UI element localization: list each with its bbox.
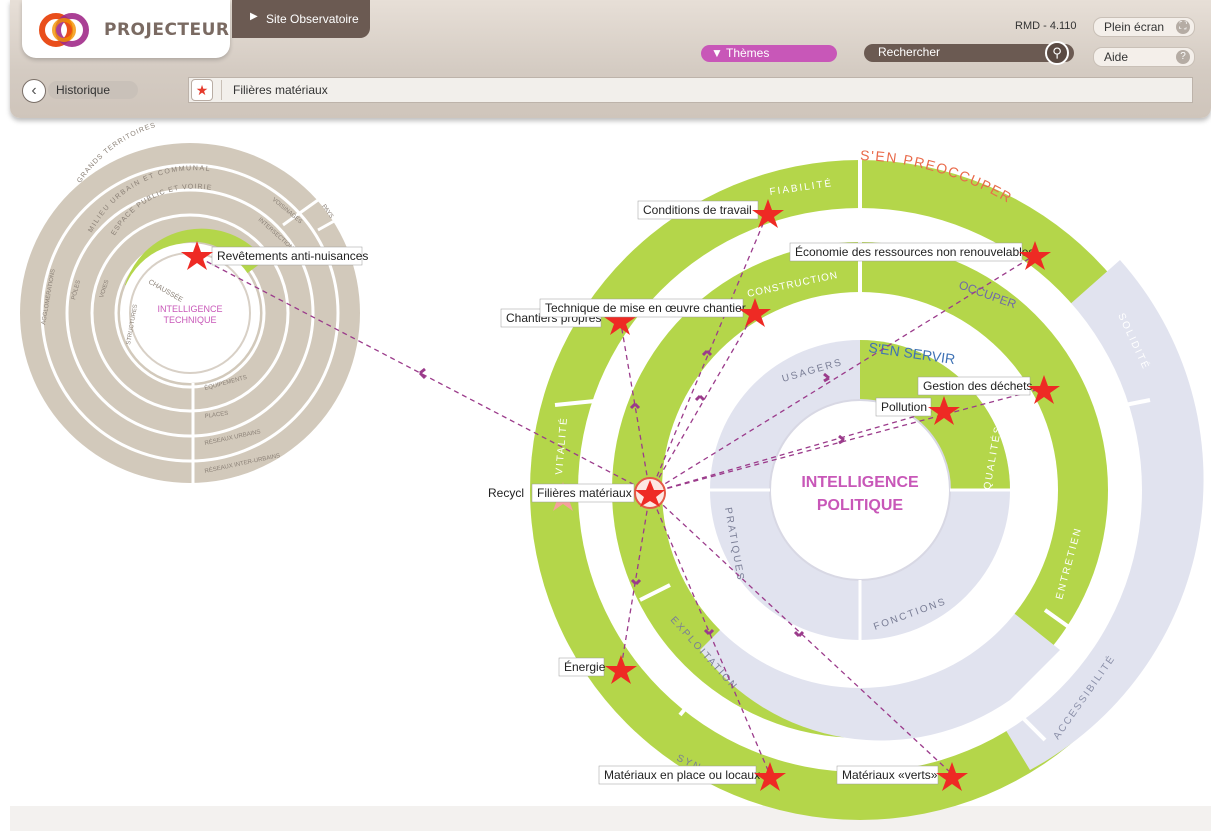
hub-partial-text: Recycl	[488, 486, 524, 500]
left-wheel: INTELLIGENCE TECHNIQUE GRANDS TERRITOIRE…	[20, 122, 360, 483]
callout-text: Énergie	[564, 659, 606, 674]
callout-text: Économie des ressources non renouvelable…	[795, 244, 1034, 259]
callout-text: Conditions de travail	[643, 203, 752, 217]
chevron-icon	[418, 367, 427, 380]
callout-text: Gestion des déchets	[923, 379, 1032, 393]
right-center-line2: POLITIQUE	[817, 497, 904, 514]
right-center-line1: INTELLIGENCE	[801, 474, 919, 491]
left-center-line2: TECHNIQUE	[163, 315, 216, 325]
callout-text: Pollution	[881, 400, 927, 414]
diagram-canvas: INTELLIGENCE TECHNIQUE GRANDS TERRITOIRE…	[20, 122, 1204, 820]
callout-text: Matériaux en place ou locaux	[604, 768, 760, 782]
left-center-line1: INTELLIGENCE	[157, 304, 222, 314]
callout-text: Revêtements anti-nuisances	[217, 249, 368, 263]
callout-text: Matériaux «verts»	[842, 768, 938, 782]
hub-label: Filières matériaux	[537, 486, 632, 500]
callout-text: Technique de mise en œuvre chantier	[545, 301, 746, 315]
